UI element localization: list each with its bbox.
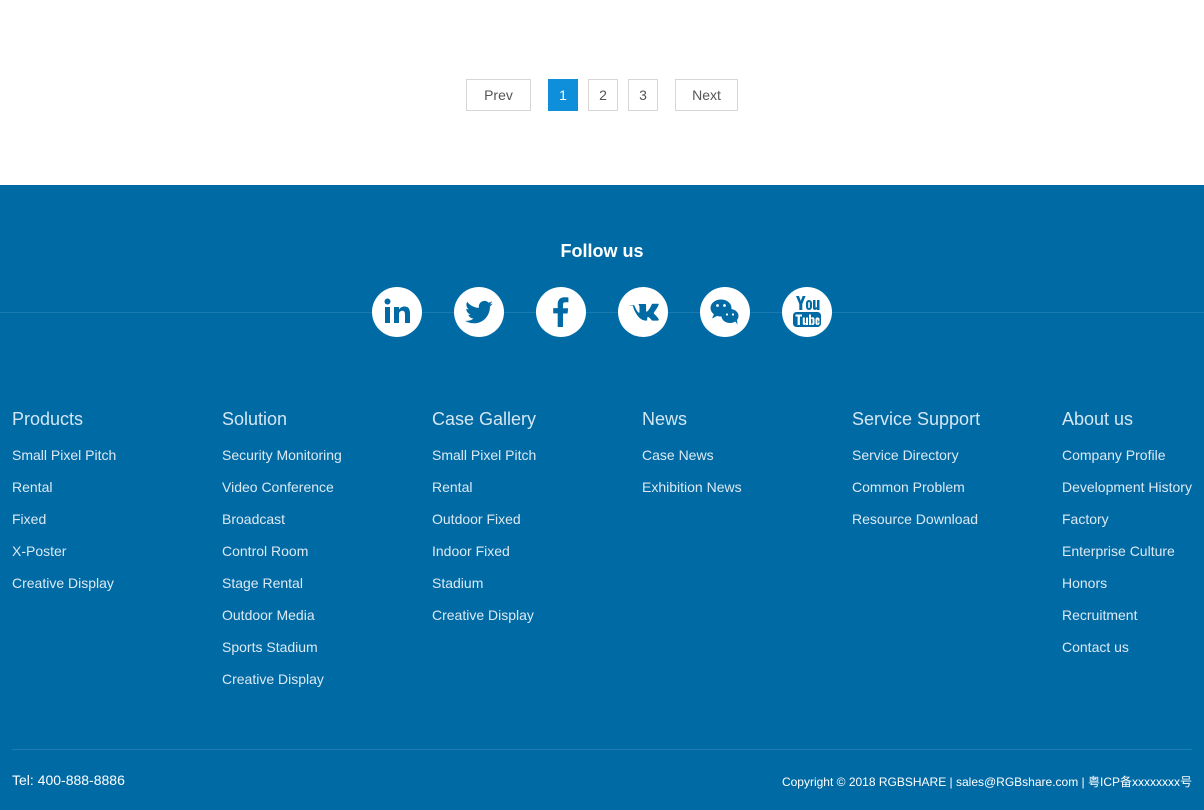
page-2-button[interactable]: 2 bbox=[588, 79, 618, 111]
footer-link[interactable]: Stage Rental bbox=[222, 573, 422, 605]
telephone-text: Tel: 400-888-8886 bbox=[12, 772, 125, 788]
footer-link[interactable]: Indoor Fixed bbox=[432, 541, 632, 573]
column-title: Products bbox=[12, 409, 84, 429]
footer-link[interactable]: Company Profile bbox=[1062, 445, 1204, 477]
follow-us-heading: Follow us bbox=[560, 241, 644, 261]
site-footer: Follow us Products Small Pixel Pitch Ren… bbox=[0, 185, 1204, 810]
footer-link[interactable]: Outdoor Media bbox=[222, 605, 422, 637]
footer-link[interactable]: Exhibition News bbox=[642, 477, 842, 509]
page-3-button[interactable]: 3 bbox=[628, 79, 658, 111]
footer-link[interactable]: Rental bbox=[12, 477, 212, 509]
footer-column-about-us: About us Company Profile Development His… bbox=[1062, 407, 1204, 669]
footer-column-service-support: Service Support Service Directory Common… bbox=[852, 407, 1052, 541]
prev-page-button[interactable]: Prev bbox=[466, 79, 531, 111]
footer-link[interactable]: Development History bbox=[1062, 477, 1204, 509]
pagination: Prev 1 2 3 Next bbox=[0, 79, 1204, 111]
vk-icon[interactable] bbox=[618, 287, 668, 337]
twitter-icon[interactable] bbox=[454, 287, 504, 337]
footer-link[interactable]: Fixed bbox=[12, 509, 212, 541]
footer-link[interactable]: Rental bbox=[432, 477, 632, 509]
footer-link[interactable]: Stadium bbox=[432, 573, 632, 605]
footer-link[interactable]: Outdoor Fixed bbox=[432, 509, 632, 541]
footer-link[interactable]: Common Problem bbox=[852, 477, 1052, 509]
column-title: Solution bbox=[222, 409, 288, 429]
youtube-icon[interactable] bbox=[782, 287, 832, 337]
column-title: Case Gallery bbox=[432, 409, 537, 429]
column-title: About us bbox=[1062, 409, 1134, 429]
footer-link[interactable]: Control Room bbox=[222, 541, 422, 573]
footer-link[interactable]: Security Monitoring bbox=[222, 445, 422, 477]
footer-link[interactable]: Honors bbox=[1062, 573, 1204, 605]
footer-link[interactable]: Video Conference bbox=[222, 477, 422, 509]
column-title: News bbox=[642, 409, 688, 429]
footer-link[interactable]: X-Poster bbox=[12, 541, 212, 573]
footer-link[interactable]: Creative Display bbox=[12, 573, 212, 605]
copyright-text: Copyright © 2018 RGBSHARE | sales@RGBsha… bbox=[781, 775, 1192, 789]
footer-column-solution: Solution Security Monitoring Video Confe… bbox=[222, 407, 422, 701]
footer-link[interactable]: Creative Display bbox=[222, 669, 422, 701]
footer-link[interactable]: Case News bbox=[642, 445, 842, 477]
footer-link[interactable]: Broadcast bbox=[222, 509, 422, 541]
footer-link[interactable]: Enterprise Culture bbox=[1062, 541, 1204, 573]
page-1-button[interactable]: 1 bbox=[548, 79, 578, 111]
footer-link[interactable]: Factory bbox=[1062, 509, 1204, 541]
footer-link[interactable]: Service Directory bbox=[852, 445, 1052, 477]
footer-column-case-gallery: Case Gallery Small Pixel Pitch Rental Ou… bbox=[432, 407, 632, 637]
facebook-icon[interactable] bbox=[536, 287, 586, 337]
footer-link[interactable]: Small Pixel Pitch bbox=[12, 445, 212, 477]
footer-link[interactable]: Sports Stadium bbox=[222, 637, 422, 669]
footer-link[interactable]: Small Pixel Pitch bbox=[432, 445, 632, 477]
linkedin-icon[interactable] bbox=[372, 287, 422, 337]
footer-link[interactable]: Recruitment bbox=[1062, 605, 1204, 637]
footer-link[interactable]: Resource Download bbox=[852, 509, 1052, 541]
footer-divider bbox=[12, 749, 1192, 750]
footer-column-products: Products Small Pixel Pitch Rental Fixed … bbox=[12, 407, 212, 605]
footer-link[interactable]: Contact us bbox=[1062, 637, 1204, 669]
footer-link[interactable]: Creative Display bbox=[432, 605, 632, 637]
next-page-button[interactable]: Next bbox=[675, 79, 738, 111]
follow-divider bbox=[0, 312, 1204, 313]
wechat-icon[interactable] bbox=[700, 287, 750, 337]
footer-column-news: News Case News Exhibition News bbox=[642, 407, 842, 509]
column-title: Service Support bbox=[852, 409, 981, 429]
